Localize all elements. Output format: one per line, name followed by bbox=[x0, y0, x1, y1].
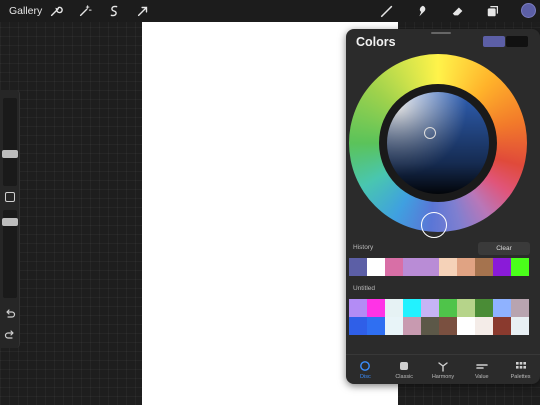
current-color-button[interactable] bbox=[521, 3, 536, 18]
disc-icon bbox=[360, 360, 371, 371]
magic-wand-icon[interactable] bbox=[77, 3, 93, 19]
left-sidebar bbox=[0, 90, 20, 348]
color-swatch[interactable] bbox=[403, 317, 421, 335]
opacity-thumb[interactable] bbox=[2, 218, 18, 226]
tab-harmony[interactable]: Harmony bbox=[424, 355, 463, 384]
color-swatch[interactable] bbox=[511, 317, 529, 335]
color-swatch[interactable] bbox=[439, 317, 457, 335]
color-swatch[interactable] bbox=[439, 258, 457, 276]
selection-icon[interactable] bbox=[106, 3, 122, 19]
color-swatch[interactable] bbox=[349, 299, 367, 317]
brush-icon[interactable] bbox=[379, 3, 395, 19]
color-swatch[interactable] bbox=[385, 317, 403, 335]
eraser-icon[interactable] bbox=[450, 3, 466, 19]
brush-size-thumb[interactable] bbox=[2, 150, 18, 158]
colors-panel: Colors History Clear Untitled Disc Classi… bbox=[346, 29, 540, 384]
color-swatch[interactable] bbox=[457, 299, 475, 317]
color-mode-tabs: Disc Classic Harmony Value Palettes bbox=[346, 354, 540, 384]
tab-disc[interactable]: Disc bbox=[346, 355, 385, 384]
panel-title: Colors bbox=[356, 35, 396, 49]
secondary-color-swatch[interactable] bbox=[506, 36, 528, 47]
wrench-icon[interactable] bbox=[48, 3, 64, 19]
palette-row-1 bbox=[349, 299, 529, 317]
color-swatch[interactable] bbox=[385, 258, 403, 276]
color-swatch[interactable] bbox=[475, 317, 493, 335]
color-disc[interactable] bbox=[349, 54, 527, 238]
history-label: History bbox=[353, 244, 374, 251]
color-swatch[interactable] bbox=[439, 299, 457, 317]
gallery-button[interactable]: Gallery bbox=[9, 5, 42, 17]
color-swatch[interactable] bbox=[403, 258, 421, 276]
color-swatch[interactable] bbox=[403, 299, 421, 317]
clear-history-button[interactable]: Clear bbox=[478, 242, 530, 255]
tab-classic[interactable]: Classic bbox=[385, 355, 424, 384]
value-sliders-icon bbox=[475, 363, 488, 369]
color-swatch[interactable] bbox=[457, 317, 475, 335]
tab-label: Value bbox=[474, 373, 489, 380]
classic-square-icon bbox=[400, 361, 409, 370]
eyedropper-square-icon[interactable] bbox=[5, 192, 15, 202]
tab-label: Classic bbox=[395, 373, 414, 380]
transform-arrow-icon[interactable] bbox=[135, 3, 151, 19]
saturation-brightness-disc[interactable] bbox=[387, 92, 489, 194]
color-swatch[interactable] bbox=[457, 258, 475, 276]
redo-icon[interactable] bbox=[4, 329, 16, 341]
undo-icon[interactable] bbox=[4, 308, 16, 320]
color-swatch[interactable] bbox=[493, 317, 511, 335]
color-swatch[interactable] bbox=[421, 258, 439, 276]
palettes-grid-icon bbox=[515, 361, 526, 369]
color-swatch[interactable] bbox=[349, 258, 367, 276]
top-toolbar: Gallery bbox=[0, 0, 540, 22]
smudge-icon[interactable] bbox=[414, 3, 430, 19]
color-swatch[interactable] bbox=[385, 299, 403, 317]
color-swatch[interactable] bbox=[511, 299, 529, 317]
tab-value[interactable]: Value bbox=[462, 355, 501, 384]
saturation-knob[interactable] bbox=[424, 127, 436, 139]
tab-palettes[interactable]: Palettes bbox=[501, 355, 540, 384]
color-swatch[interactable] bbox=[349, 317, 367, 335]
color-swatch[interactable] bbox=[367, 258, 385, 276]
color-swatch[interactable] bbox=[367, 299, 385, 317]
tab-label: Disc bbox=[360, 373, 371, 380]
tab-label: Harmony bbox=[431, 373, 455, 380]
color-swatch[interactable] bbox=[475, 258, 493, 276]
color-swatch[interactable] bbox=[493, 258, 511, 276]
color-swatch[interactable] bbox=[475, 299, 493, 317]
layers-icon[interactable] bbox=[485, 3, 501, 19]
color-swatch[interactable] bbox=[493, 299, 511, 317]
palette-label: Untitled bbox=[353, 285, 376, 292]
history-swatches bbox=[349, 258, 529, 276]
primary-color-swatch[interactable] bbox=[483, 36, 505, 47]
palette-row-2 bbox=[349, 317, 529, 335]
color-swatch[interactable] bbox=[511, 258, 529, 276]
panel-grab-handle[interactable] bbox=[431, 32, 451, 34]
color-swatch[interactable] bbox=[421, 299, 439, 317]
hue-knob[interactable] bbox=[421, 212, 447, 238]
brush-size-slider[interactable] bbox=[3, 98, 17, 186]
tab-label: Palettes bbox=[510, 373, 531, 380]
harmony-icon bbox=[438, 361, 448, 372]
color-swatch[interactable] bbox=[421, 317, 439, 335]
color-swatch[interactable] bbox=[367, 317, 385, 335]
